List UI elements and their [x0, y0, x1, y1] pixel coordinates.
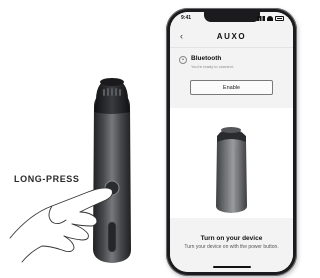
device-render-icon	[216, 127, 247, 213]
signal-icon	[257, 16, 265, 21]
phone-notch	[203, 12, 260, 22]
app-logo: AUXO	[216, 32, 247, 41]
status-icons	[257, 16, 284, 21]
device-image	[170, 108, 293, 218]
phone-screen: 9:41 ‹ AUXO • Bluetooth You're ready to …	[170, 12, 293, 272]
status-bar: 9:41	[170, 12, 293, 26]
home-indicator	[212, 266, 251, 268]
status-time: 9:41	[181, 15, 192, 21]
wifi-icon	[267, 16, 273, 21]
phone-mockup: 9:41 ‹ AUXO • Bluetooth You're ready to …	[166, 8, 297, 276]
bluetooth-title: Bluetooth	[191, 55, 222, 62]
device-illustration: LONG-PRESS	[0, 0, 160, 278]
battery-icon	[275, 16, 284, 21]
enable-button[interactable]: Enable	[190, 80, 273, 95]
long-press-label: LONG-PRESS	[14, 174, 80, 184]
bluetooth-subtitle: You're ready to connect.	[191, 64, 234, 69]
turn-on-card: Turn on your device Turn your device on …	[170, 218, 293, 272]
turn-on-subtitle: Turn your device on with the power butto…	[184, 244, 279, 250]
vaporizer-device-icon	[9, 78, 131, 263]
step-circle-icon: •	[179, 56, 187, 64]
turn-on-title: Turn on your device	[200, 235, 263, 242]
app-header: ‹ AUXO	[170, 26, 293, 48]
bluetooth-section: • Bluetooth You're ready to connect. Ena…	[170, 48, 293, 108]
